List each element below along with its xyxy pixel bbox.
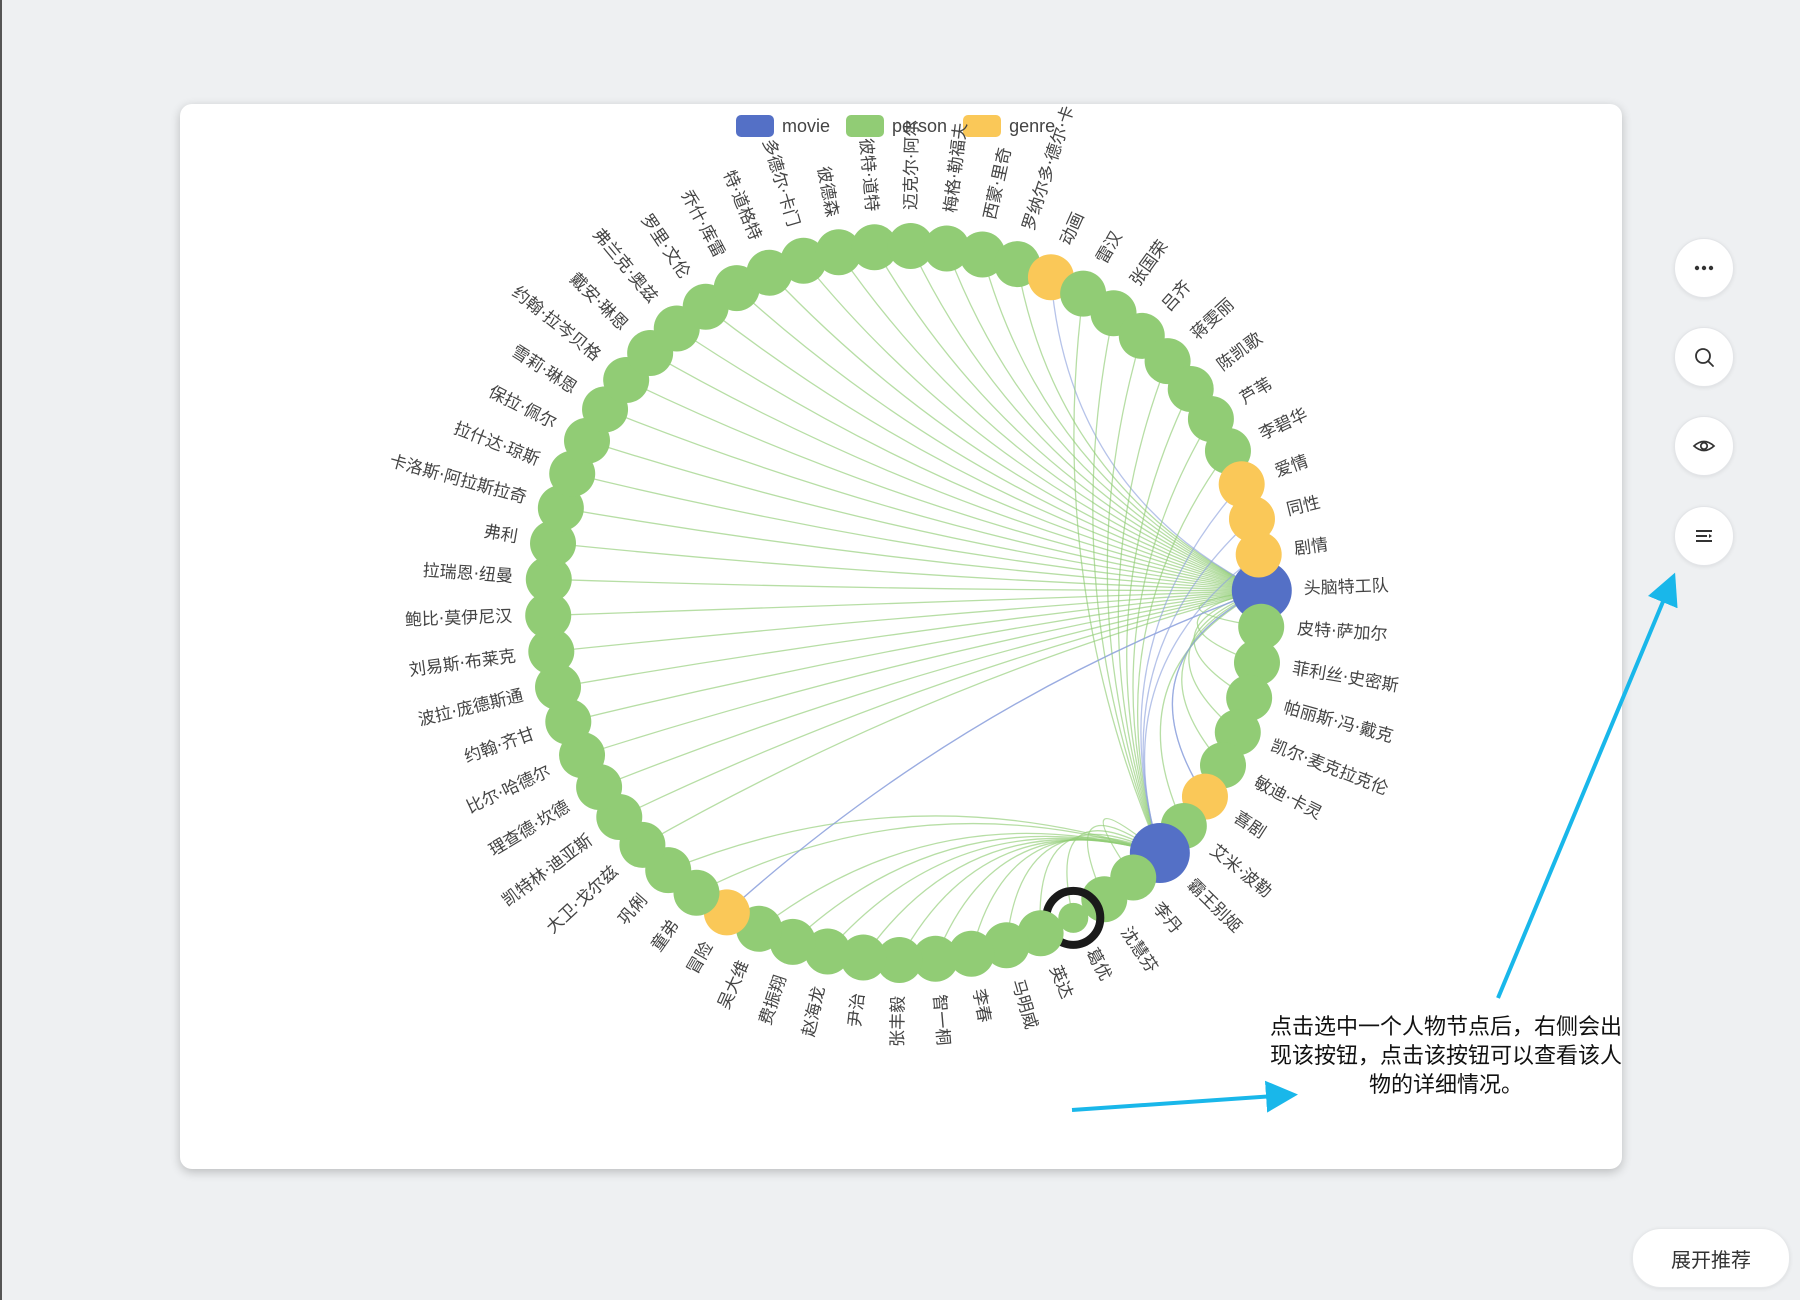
graph-node-label: 李丹 [1149,899,1186,938]
graph-node-label: 帕丽斯·冯·戴克 [1281,698,1395,747]
graph-node-label: 蒋雯丽 [1187,295,1238,344]
graph-node-label: 李碧华 [1256,405,1311,445]
graph-node-label: 拉什达·琼斯 [451,419,543,470]
window-left-edge [0,0,2,1300]
graph-node-label: 喜剧 [1230,808,1269,843]
graph-node-label: 英达 [1045,963,1076,1002]
graph-link [604,408,1262,592]
graph-node-label: 沈慧芬 [1116,923,1161,976]
graph-node-label: 吕齐 [1158,277,1196,316]
graph-node-label: 皮特·萨加尔 [1296,619,1388,645]
graph-panel: movie person genre 头脑特工队 皮特·萨加尔 菲利丝·史密斯 帕丽斯… [180,104,1622,1169]
graph-node-label: 马明威 [1007,977,1041,1032]
graph-node-label: 巩俐 [614,890,652,929]
graph-node-label: 梅格·勒福夫 [941,122,971,214]
graph-node-label: 彼德森 [813,165,842,219]
annotation-text: 点击选中一个人物节点后，右侧会出现该按钮，点击该按钮可以查看该人物的详细情况。 [1270,1014,1623,1097]
graph-link [548,578,1262,592]
graph-node-label: 张国荣 [1126,237,1172,290]
graph-link [768,272,1262,592]
graph-node-label: 芦苇 [1237,374,1276,409]
relationship-graph[interactable]: 头脑特工队皮特·萨加尔菲利丝·史密斯帕丽斯·冯·戴克凯尔·麦克拉克伦敏迪·卡灵喜… [180,104,1622,1169]
graph-node-label: 冒险 [683,939,717,978]
more-button[interactable] [1674,238,1734,298]
graph-node-label: 吴大维 [714,958,753,1013]
graph-link [586,440,1262,592]
graph-node-label: 比尔·哈德尔 [463,761,553,818]
graph-node-label: 菲利丝·史密斯 [1291,659,1400,697]
graph-node-label: 拉瑞恩·纽曼 [422,561,514,587]
graph-node-label: 弗利 [482,522,519,547]
graph-node-label: 特·道格特 [719,168,765,244]
graph-node-label: 尹治 [845,992,869,1028]
graph-node-label: 戴安·琳恩 [565,269,631,335]
graph-node-label: 葛优 [1081,945,1115,984]
graph-node-label: 多德尔·卡门 [758,137,803,229]
search-button[interactable] [1674,327,1734,387]
detail-list-icon [1696,530,1712,542]
graph-node-label: 动画 [1057,209,1089,248]
graph-node-label: 陈凯歌 [1214,329,1267,376]
graph-node-label: 童弟 [647,916,683,955]
graph-node-label: 李春 [968,987,994,1024]
graph-node-label: 西蒙·里奇 [980,146,1015,222]
graph-node-genre[interactable] [1235,531,1282,578]
graph-node-label: 罗里·文伦 [636,210,694,282]
graph-link [619,589,1262,818]
graph-node-label: 约翰·齐甘 [462,724,538,767]
view-button[interactable] [1674,416,1734,476]
more-icon [1694,265,1714,271]
graph-node-label: 鲍比·莫伊尼汉 [405,607,513,631]
graph-node-label: 刘易斯·布莱克 [408,646,517,680]
graph-node-label: 艾米·波勒 [1206,841,1276,902]
graph-node-label: 霸王别姬 [1183,875,1246,937]
graph-node-label: 迈克尔·阿尔 [901,119,922,210]
eye-icon [1692,440,1716,452]
graph-node-label: 头脑特工队 [1303,576,1389,599]
search-icon [1695,348,1714,367]
graph-node-label: 雪莉·琳恩 [508,342,581,399]
graph-node-label: 张丰毅 [888,996,909,1047]
graph-node-label: 波拉·庞德斯通 [416,686,525,731]
graph-node-label: 敏迪·卡灵 [1251,773,1325,824]
expand-recommend-button[interactable]: 展开推荐 [1632,1228,1790,1288]
graph-node-label: 剧情 [1293,535,1329,559]
graph-node-label: 保拉·佩尔 [485,382,559,433]
graph-node-label: 智一桐 [929,994,953,1047]
person-detail-button[interactable] [1674,506,1734,566]
graph-node-label: 同性 [1285,493,1323,520]
graph-node-label: 卡洛斯·阿拉斯拉奇 [387,451,529,508]
graph-node-label: 爱情 [1272,452,1311,482]
graph-node-label: 乔什·库雷 [676,187,728,261]
graph-node-label: 雷汉 [1092,228,1126,267]
graph-node-label: 费振翔 [756,973,791,1028]
graph-node-label: 彼特·道特 [855,137,881,212]
graph-node-label: 赵海龙 [799,984,830,1038]
